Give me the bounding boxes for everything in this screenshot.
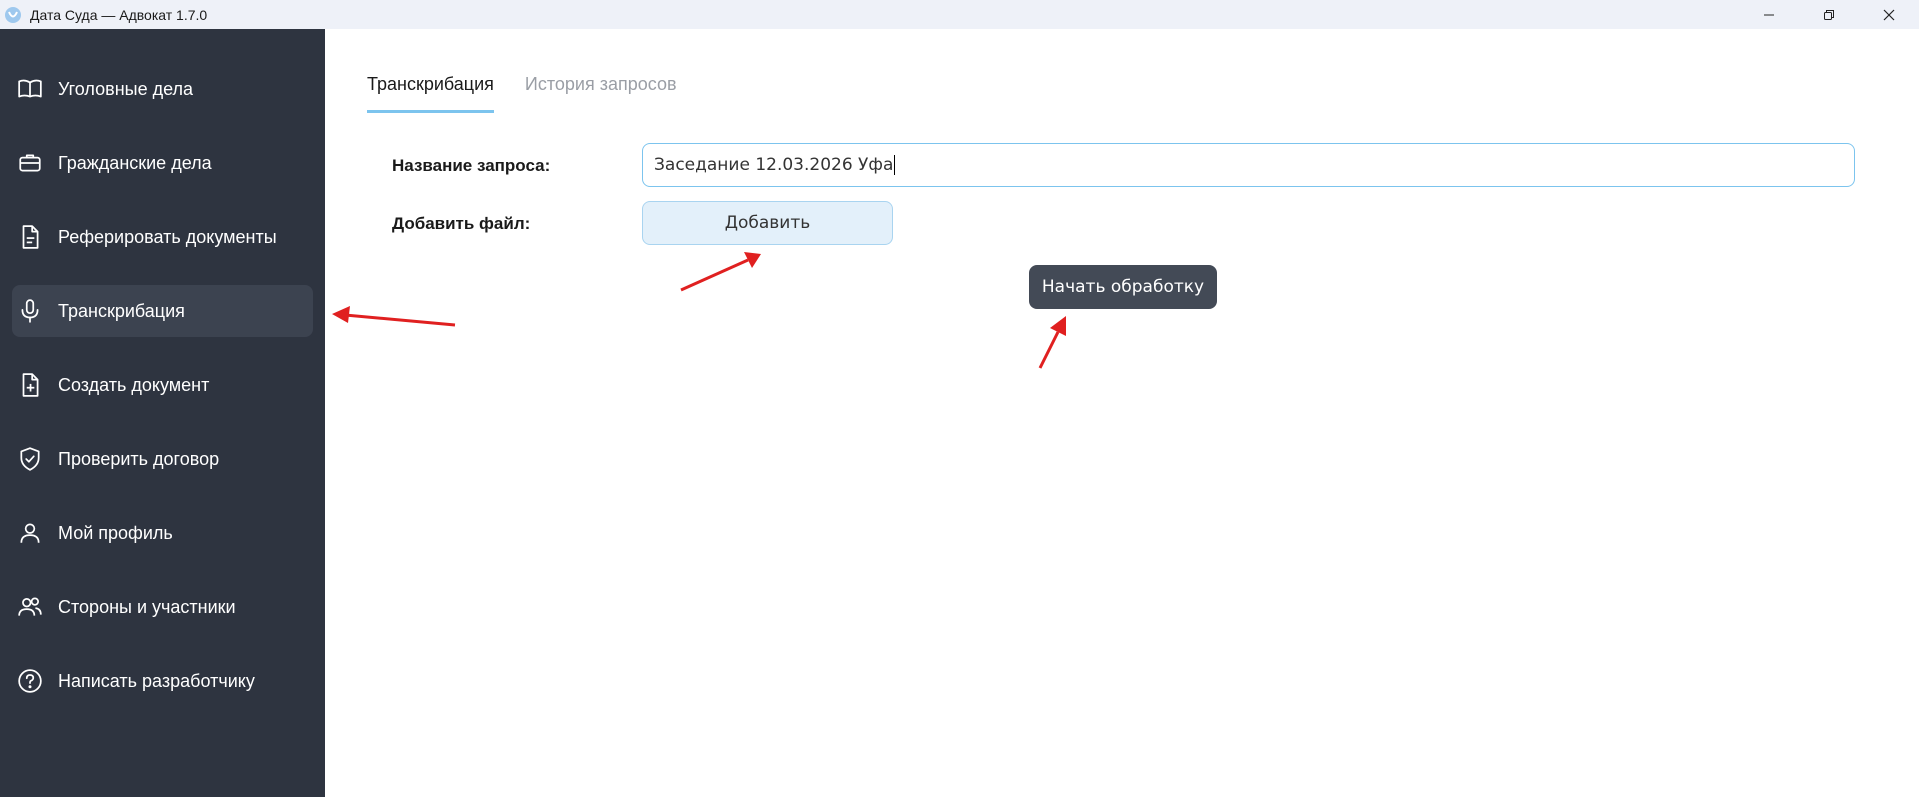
close-icon: [1883, 9, 1895, 20]
sidebar-item-label: Транскрибация: [58, 300, 185, 321]
sidebar-item-label: Проверить договор: [58, 448, 220, 469]
minimize-button[interactable]: [1739, 0, 1799, 29]
title-bar: Дата Суда — Адвокат 1.7.0: [0, 0, 1919, 29]
document-icon: [16, 223, 44, 251]
app-logo-icon: [4, 6, 22, 24]
book-icon: [16, 75, 44, 103]
sidebar-item-create-document[interactable]: Создать документ: [12, 359, 313, 411]
text-caret: [894, 155, 896, 175]
tab-transcription[interactable]: Транскрибация: [367, 71, 494, 113]
restore-icon: [1824, 9, 1834, 20]
request-name-input[interactable]: Заседание 12.03.2026 Уфа: [642, 143, 1855, 187]
start-processing-button[interactable]: Начать обработку: [1029, 265, 1217, 309]
sidebar-item-civil-cases[interactable]: Гражданские дела: [12, 137, 313, 189]
main-content: Транскрибация История запросов Название …: [325, 29, 1919, 797]
sidebar-item-check-contract[interactable]: Проверить договор: [12, 433, 313, 485]
sidebar-item-contact-developer[interactable]: Написать разработчику: [12, 655, 313, 707]
sidebar-item-parties[interactable]: Стороны и участники: [12, 581, 313, 633]
sidebar-item-transcription[interactable]: Транскрибация: [12, 285, 313, 337]
shield-check-icon: [16, 445, 44, 473]
minimize-icon: [1764, 14, 1774, 15]
sidebar-item-summarize-documents[interactable]: Реферировать документы: [12, 211, 313, 263]
restore-button[interactable]: [1799, 0, 1859, 29]
request-name-value: Заседание 12.03.2026 Уфа: [654, 155, 894, 175]
sidebar-item-criminal-cases[interactable]: Уголовные дела: [12, 63, 313, 115]
microphone-icon: [16, 297, 44, 325]
close-button[interactable]: [1859, 0, 1919, 29]
users-icon: [16, 593, 44, 621]
sidebar-item-label: Создать документ: [58, 374, 210, 395]
sidebar-item-label: Написать разработчику: [58, 670, 255, 691]
window-controls: [1739, 0, 1919, 29]
sidebar-item-label: Мой профиль: [58, 522, 173, 543]
sidebar-item-my-profile[interactable]: Мой профиль: [12, 507, 313, 559]
user-icon: [16, 519, 44, 547]
sidebar: Уголовные дела Гражданские дела Рефериро…: [0, 29, 325, 797]
tab-bar: Транскрибация История запросов: [367, 71, 708, 113]
sidebar-item-label: Гражданские дела: [58, 152, 212, 173]
file-plus-icon: [16, 371, 44, 399]
tab-request-history[interactable]: История запросов: [525, 71, 677, 113]
add-file-label: Добавить файл:: [392, 214, 531, 233]
add-file-button[interactable]: Добавить: [642, 201, 893, 245]
window-title: Дата Суда — Адвокат 1.7.0: [30, 6, 208, 23]
sidebar-item-label: Реферировать документы: [58, 226, 277, 247]
sidebar-item-label: Стороны и участники: [58, 596, 236, 617]
briefcase-icon: [16, 149, 44, 177]
help-circle-icon: [16, 667, 44, 695]
request-name-label: Название запроса:: [392, 156, 551, 175]
sidebar-item-label: Уголовные дела: [58, 78, 194, 99]
